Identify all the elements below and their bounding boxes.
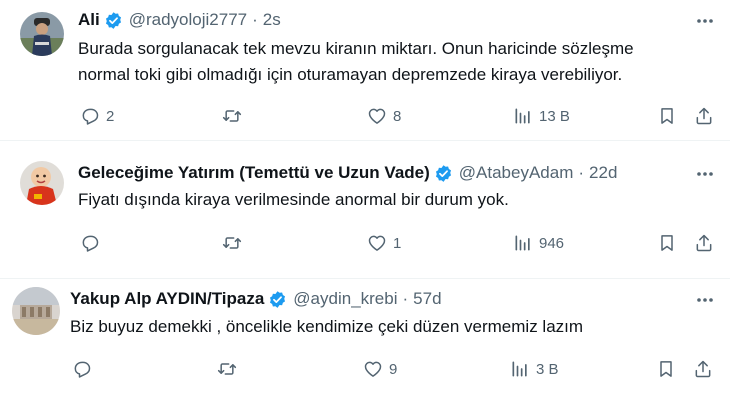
- timestamp[interactable]: 2s: [263, 10, 281, 30]
- share-icon: [696, 107, 712, 125]
- views-icon: [515, 108, 530, 124]
- bookmark-icon: [661, 108, 673, 124]
- views-button[interactable]: 3 B: [510, 357, 559, 381]
- action-bar: 1 946: [0, 231, 730, 255]
- share-icon: [696, 234, 712, 252]
- author-handle[interactable]: @radyoloji2777: [129, 10, 247, 30]
- retweet-button[interactable]: [217, 357, 243, 381]
- more-icon[interactable]: [694, 289, 716, 311]
- bookmark-button[interactable]: [657, 104, 677, 128]
- reply-button[interactable]: [72, 357, 98, 381]
- action-bar: 2 8 13 B: [0, 104, 730, 128]
- tweet[interactable]: Yakup Alp AYDIN/Tipaza @aydin_krebi · 57…: [0, 279, 730, 420]
- tweet-header: Ali @radyoloji2777 · 2s: [78, 8, 281, 32]
- views-count: 946: [539, 234, 565, 252]
- retweet-icon: [217, 363, 237, 375]
- tweet-text-line: normal toki gibi olmadığı için oturamaya…: [78, 65, 623, 84]
- tweet-text-line: Fiyatı dışında kiraya verilmesinde anorm…: [78, 190, 509, 209]
- views-icon: [515, 235, 530, 251]
- like-icon: [364, 361, 382, 377]
- tweet-text: Fiyatı dışında kiraya verilmesinde anorm…: [78, 187, 708, 213]
- bookmark-icon: [660, 361, 672, 377]
- reply-icon: [74, 361, 91, 378]
- author-handle[interactable]: @AtabeyAdam: [459, 163, 574, 183]
- reply-icon: [82, 235, 99, 252]
- tweet-header: Yakup Alp AYDIN/Tipaza @aydin_krebi · 57…: [70, 287, 442, 311]
- reply-button[interactable]: [80, 231, 106, 255]
- tweet-text-line: Burada sorgulanacak tek mevzu kiranın mi…: [78, 39, 634, 58]
- like-count: 1: [393, 234, 402, 252]
- like-button[interactable]: 9: [363, 357, 397, 381]
- like-button[interactable]: 8: [367, 104, 401, 128]
- bookmark-icon: [661, 235, 673, 251]
- tweet-text: Biz buyuz demekki , öncelikle kendimize …: [70, 314, 710, 340]
- retweet-button[interactable]: [222, 104, 248, 128]
- tweet-text: Burada sorgulanacak tek mevzu kiranın mi…: [78, 36, 708, 88]
- retweet-icon: [222, 110, 242, 122]
- author-name[interactable]: Geleceğime Yatırım (Temettü ve Uzun Vade…: [78, 163, 430, 183]
- views-icon: [512, 361, 527, 377]
- share-icon: [695, 360, 711, 378]
- share-button[interactable]: [694, 104, 714, 128]
- separator-dot: ·: [252, 10, 258, 29]
- views-count: 13 B: [539, 107, 570, 125]
- verified-badge-icon: [435, 164, 451, 182]
- tweet-header: Geleceğime Yatırım (Temettü ve Uzun Vade…: [78, 161, 617, 185]
- like-icon: [368, 108, 386, 124]
- like-count: 9: [389, 360, 398, 378]
- like-button[interactable]: 1: [367, 231, 401, 255]
- bookmark-button[interactable]: [656, 357, 676, 381]
- retweet-icon: [222, 237, 242, 249]
- retweet-button[interactable]: [222, 231, 248, 255]
- more-icon[interactable]: [694, 163, 716, 185]
- timestamp[interactable]: 22d: [589, 163, 617, 183]
- reply-button[interactable]: 2: [80, 104, 114, 128]
- author-handle[interactable]: @aydin_krebi: [293, 289, 397, 309]
- separator-dot: ·: [578, 163, 585, 182]
- more-icon[interactable]: [694, 10, 716, 32]
- views-count: 3 B: [536, 360, 559, 378]
- avatar[interactable]: [20, 12, 64, 56]
- verified-badge-icon: [105, 11, 121, 29]
- bookmark-button[interactable]: [657, 231, 677, 255]
- like-icon: [368, 235, 386, 251]
- avatar[interactable]: [12, 287, 60, 335]
- author-name[interactable]: Yakup Alp AYDIN/Tipaza: [70, 289, 264, 309]
- views-button[interactable]: 946: [513, 231, 564, 255]
- reply-icon: [82, 108, 99, 125]
- like-count: 8: [393, 107, 402, 125]
- avatar[interactable]: [20, 161, 64, 205]
- author-name[interactable]: Ali: [78, 10, 100, 30]
- reply-count: 2: [106, 107, 115, 125]
- verified-badge-icon: [270, 290, 286, 308]
- tweet-text-line: Biz buyuz demekki , öncelikle kendimize …: [70, 317, 584, 336]
- tweet[interactable]: Ali @radyoloji2777 · 2s Burada sorgulana…: [0, 0, 730, 140]
- tweet[interactable]: Geleceğime Yatırım (Temettü ve Uzun Vade…: [0, 141, 730, 278]
- timestamp[interactable]: 57d: [413, 289, 441, 309]
- share-button[interactable]: [693, 357, 713, 381]
- separator-dot: ·: [402, 289, 409, 308]
- views-button[interactable]: 13 B: [513, 104, 570, 128]
- share-button[interactable]: [694, 231, 714, 255]
- action-bar: 9 3 B: [0, 357, 730, 381]
